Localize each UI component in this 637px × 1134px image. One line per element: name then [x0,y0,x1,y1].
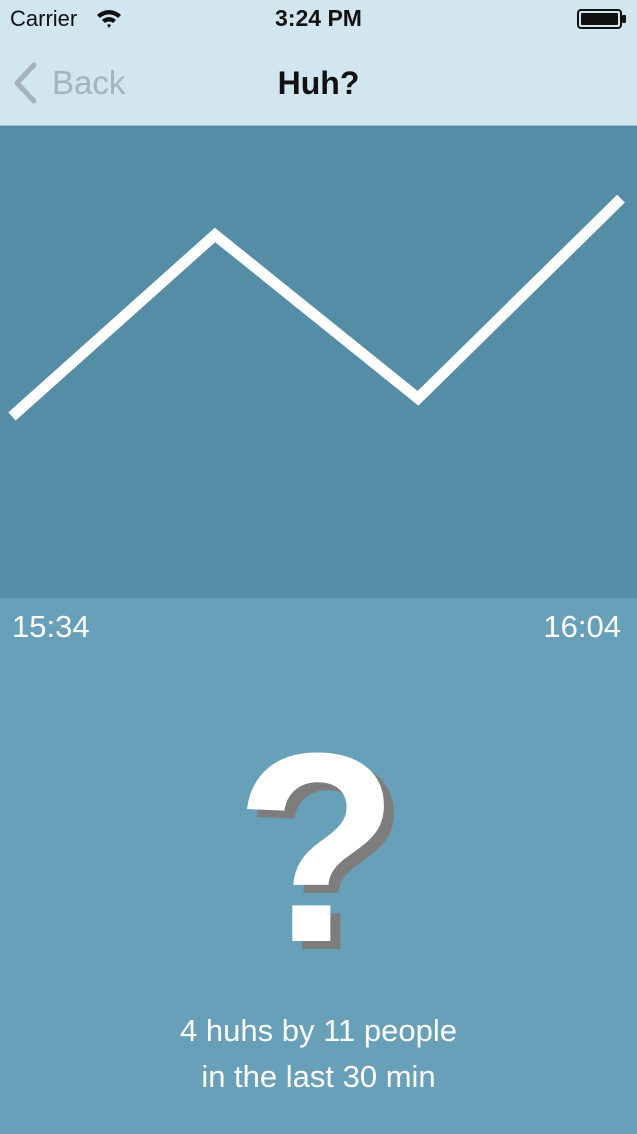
status-bar: Carrier 3:24 PM [0,0,637,40]
activity-chart [0,126,637,598]
navigation-bar: Back Huh? [0,40,637,126]
summary-line-2: in the last 30 min [201,1059,436,1094]
chart-series-line [8,194,625,421]
summary-line-1: 4 huhs by 11 people [180,1013,457,1048]
question-mark-icon: ? ? [234,735,408,965]
page-title: Huh? [277,65,360,101]
huh-button[interactable]: ? ? [0,735,637,965]
chart-start-time: 15:34 [12,609,90,644]
chart-end-time: 16:04 [543,609,621,644]
question-mark-glyph: ? [234,735,399,965]
huh-summary: 4 huhs by 11 people in the last 30 min [0,1008,637,1100]
activity-chart-svg [8,194,625,421]
battery-icon [577,9,626,29]
status-time: 3:24 PM [275,5,362,31]
